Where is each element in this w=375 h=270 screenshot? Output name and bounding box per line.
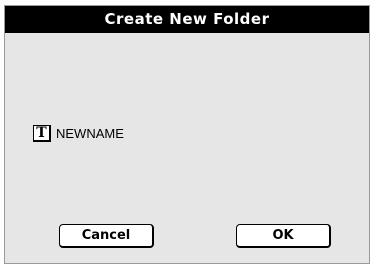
- dialog-title: Create New Folder: [5, 6, 369, 33]
- text-edit-icon[interactable]: T: [33, 125, 51, 142]
- folder-name-field: NEWNAME: [56, 126, 124, 141]
- cancel-button[interactable]: Cancel: [59, 224, 154, 248]
- ok-button[interactable]: OK: [236, 224, 331, 248]
- create-folder-dialog: Create New Folder T NEWNAME Cancel OK: [4, 5, 370, 264]
